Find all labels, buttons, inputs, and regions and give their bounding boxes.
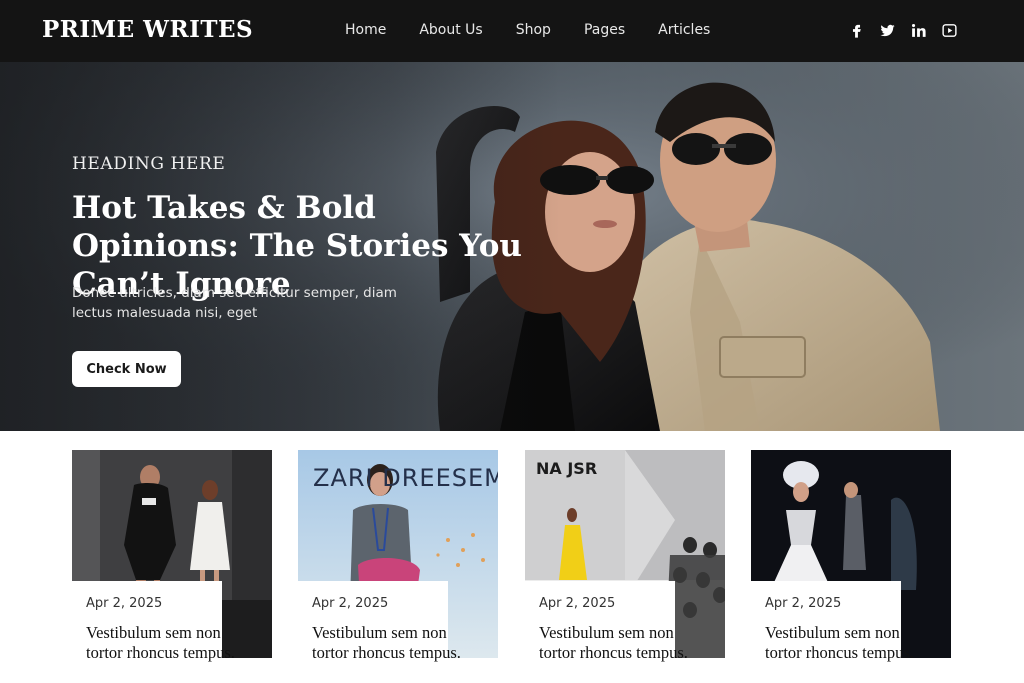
nav-pages[interactable]: Pages (584, 22, 625, 38)
nav-articles[interactable]: Articles (658, 22, 710, 38)
article-info: Apr 2, 2025 Vestibulum sem non tortor rh… (72, 581, 235, 683)
twitter-icon[interactable] (878, 20, 896, 40)
article-info: Apr 2, 2025 Vestibulum sem non tortor rh… (751, 581, 914, 683)
article-title[interactable]: Vestibulum sem non tortor rhoncus tempus… (312, 623, 462, 663)
thumbnail-caption: ZARI DREESEM (313, 464, 498, 492)
check-now-button[interactable]: Check Now (72, 351, 181, 387)
article-date: Apr 2, 2025 (765, 596, 842, 611)
social-links (847, 20, 958, 40)
article-card[interactable]: Apr 2, 2025 Vestibulum sem non tortor rh… (751, 450, 951, 683)
site-logo[interactable]: PRIME WRITES (42, 16, 253, 43)
top-navbar: PRIME WRITES Home About Us Shop Pages Ar… (0, 0, 1024, 62)
main-menu: Home About Us Shop Pages Articles (345, 22, 743, 38)
youtube-icon[interactable] (940, 20, 958, 40)
article-card[interactable]: Apr 2, 2025 Vestibulum sem non tortor rh… (72, 450, 272, 683)
nav-about-us[interactable]: About Us (419, 22, 482, 38)
article-info: Apr 2, 2025 Vestibulum sem non tortor rh… (525, 581, 688, 683)
nav-shop[interactable]: Shop (516, 22, 551, 38)
thumbnail-caption: NA JSR (536, 459, 598, 478)
article-title[interactable]: Vestibulum sem non tortor rhoncus tempus… (86, 623, 236, 663)
facebook-icon[interactable] (847, 20, 865, 40)
article-title[interactable]: Vestibulum sem non tortor rhoncus tempus… (539, 623, 689, 663)
hero-eyebrow: HEADING HERE (72, 154, 226, 174)
article-date: Apr 2, 2025 (312, 596, 389, 611)
article-date: Apr 2, 2025 (86, 596, 163, 611)
hero-description: Donec ultricles, diam sed efficitur semp… (72, 285, 397, 321)
article-card[interactable]: ZARI DREESEM Apr 2, 2025 Vestibulum sem … (298, 450, 498, 683)
article-info: Apr 2, 2025 Vestibulum sem non tortor rh… (298, 581, 461, 683)
article-card[interactable]: NA JSR Apr 2, 2025 Vestibulum sem non to… (525, 450, 725, 683)
hero-banner: HEADING HERE Hot Takes & Bold Opinions: … (0, 62, 1024, 431)
article-date: Apr 2, 2025 (539, 596, 616, 611)
nav-home[interactable]: Home (345, 22, 386, 38)
article-title[interactable]: Vestibulum sem non tortor rhoncus tempus… (765, 623, 915, 663)
linkedin-icon[interactable] (909, 20, 927, 40)
